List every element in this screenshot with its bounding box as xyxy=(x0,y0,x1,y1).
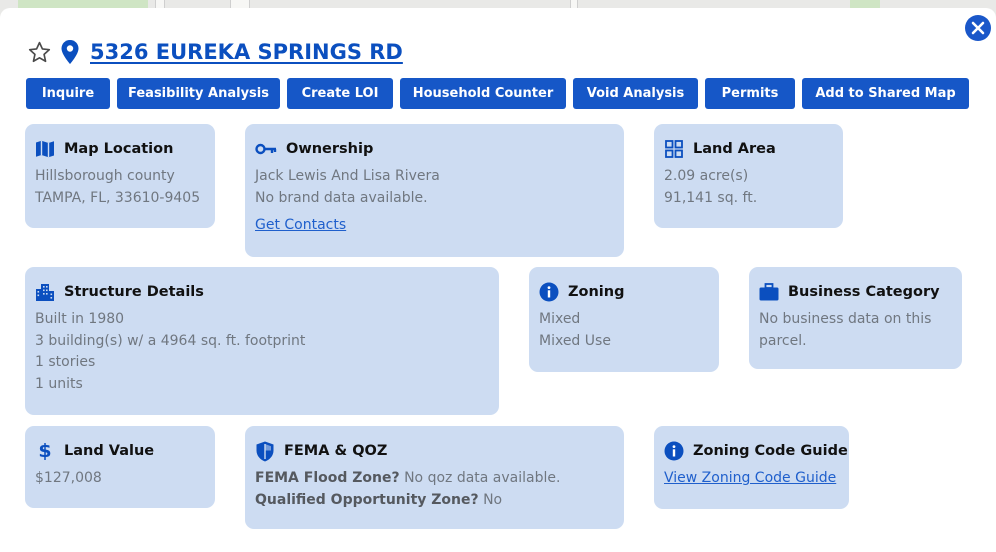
map-location-title: Map Location xyxy=(35,138,205,160)
fema-flood-zone-value: No qoz data available. xyxy=(399,470,561,486)
structure-details-title: Structure Details xyxy=(35,281,489,303)
card-title-text: Business Category xyxy=(788,284,940,300)
fema-flood-zone-label: FEMA Flood Zone? xyxy=(255,470,400,486)
stories-text: 1 stories xyxy=(35,354,96,370)
buildings-icon xyxy=(35,282,55,302)
land-value-amount: $127,008 xyxy=(35,470,102,486)
map-park-strip xyxy=(18,0,148,8)
view-zoning-code-guide-link[interactable]: View Zoning Code Guide xyxy=(664,468,839,490)
key-icon xyxy=(255,139,277,159)
card-title-text: Land Value xyxy=(64,443,155,459)
star-icon[interactable] xyxy=(27,40,52,65)
map-location-card: Map Location Hillsborough county TAMPA, … xyxy=(25,124,215,228)
qoz-value: No xyxy=(478,491,503,508)
land-value-title: $ Land Value xyxy=(35,440,205,462)
create-loi-button[interactable]: Create LOI xyxy=(287,78,393,109)
ownership-title: Ownership xyxy=(255,138,614,160)
get-contacts-link[interactable]: Get Contacts xyxy=(255,215,614,237)
parcel-address-link[interactable]: 5326 EUREKA SPRINGS RD xyxy=(90,40,403,64)
business-category-card: Business Category No business data on th… xyxy=(749,267,962,369)
household-counter-button[interactable]: Household Counter xyxy=(400,78,566,109)
fema-flood-zone-line: FEMA Flood Zone? No qoz data available. xyxy=(255,468,614,490)
permits-button[interactable]: Permits xyxy=(705,78,795,109)
close-icon xyxy=(971,21,985,35)
square-feet-text: 91,141 sq. ft. xyxy=(664,189,758,206)
fema-qoz-title: FEMA & QOZ xyxy=(255,440,614,462)
city-state-zip-text: TAMPA, FL, 33610-9405 xyxy=(35,189,201,206)
land-area-title: Land Area xyxy=(664,138,833,160)
zoning-description-text: Mixed Use xyxy=(539,332,611,349)
acreage-text: 2.09 acre(s) xyxy=(664,168,749,184)
card-title-text: Map Location xyxy=(64,141,174,157)
zoning-code-guide-title: Zoning Code Guide xyxy=(664,440,848,462)
business-data-text: No business data on this parcel. xyxy=(759,311,932,349)
zoning-code-text: Mixed xyxy=(539,311,581,327)
shield-icon xyxy=(255,441,275,461)
card-title-text: Zoning xyxy=(568,284,625,300)
dollar-icon: $ xyxy=(38,440,52,462)
business-category-title: Business Category xyxy=(759,281,952,303)
inquire-button[interactable]: Inquire xyxy=(26,78,110,109)
parcel-header: 5326 EUREKA SPRINGS RD xyxy=(27,37,403,67)
add-to-shared-map-button[interactable]: Add to Shared Map xyxy=(802,78,969,109)
info-icon xyxy=(539,282,559,302)
card-title-text: Ownership xyxy=(286,141,374,157)
zoning-title: Zoning xyxy=(539,281,709,303)
land-value-card: $ Land Value $127,008 xyxy=(25,426,215,508)
units-text: 1 units xyxy=(35,375,83,392)
card-title-text: Structure Details xyxy=(64,284,204,300)
year-built-text: Built in 1980 xyxy=(35,311,125,327)
card-title-text: Zoning Code Guide xyxy=(693,443,848,459)
zoning-card: Zoning Mixed Mixed Use xyxy=(529,267,719,372)
card-title-text: FEMA & QOZ xyxy=(284,443,388,459)
map-park-strip xyxy=(850,0,880,8)
close-button[interactable] xyxy=(965,15,991,41)
map-icon xyxy=(35,139,55,159)
owner-name-text: Jack Lewis And Lisa Rivera xyxy=(255,168,440,184)
county-text: Hillsborough county xyxy=(35,168,175,184)
qoz-line: Qualified Opportunity Zone? No xyxy=(255,490,614,512)
void-analysis-button[interactable]: Void Analysis xyxy=(573,78,698,109)
action-toolbar: Inquire Feasibility Analysis Create LOI … xyxy=(26,78,969,109)
fema-qoz-card: FEMA & QOZ FEMA Flood Zone? No qoz data … xyxy=(245,426,624,529)
qoz-label: Qualified Opportunity Zone? xyxy=(255,491,479,508)
location-pin-icon xyxy=(61,40,79,64)
land-area-card: Land Area 2.09 acre(s) 91,141 sq. ft. xyxy=(654,124,843,228)
info-icon xyxy=(664,441,684,461)
buildings-footprint-text: 3 building(s) w/ a 4964 sq. ft. footprin… xyxy=(35,332,306,349)
structure-details-card: Structure Details Built in 1980 3 buildi… xyxy=(25,267,499,415)
card-title-text: Land Area xyxy=(693,141,776,157)
grid-icon xyxy=(664,139,684,159)
zoning-code-guide-card: Zoning Code Guide View Zoning Code Guide xyxy=(654,426,849,509)
briefcase-icon xyxy=(759,282,779,302)
feasibility-analysis-button[interactable]: Feasibility Analysis xyxy=(117,78,280,109)
brand-text: No brand data available. xyxy=(255,189,428,206)
ownership-card: Ownership Jack Lewis And Lisa Rivera No … xyxy=(245,124,624,257)
parcel-detail-panel: 5326 EUREKA SPRINGS RD Inquire Feasibili… xyxy=(0,8,996,552)
